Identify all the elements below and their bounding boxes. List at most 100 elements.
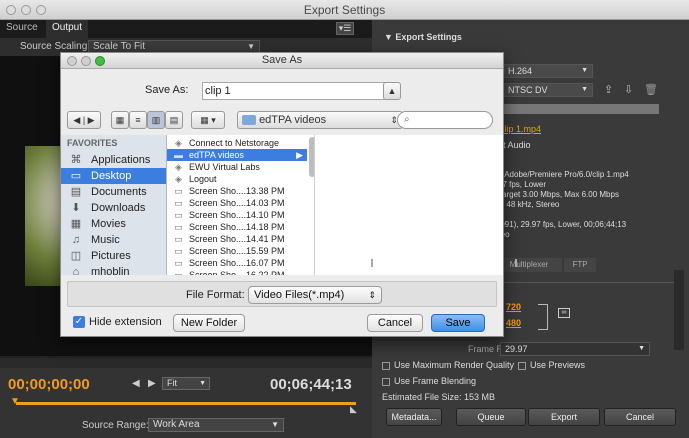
list-view-button[interactable]: ≡ — [129, 111, 147, 129]
file-list-item[interactable]: ▭ Screen Sho....14.10 PM — [167, 209, 307, 221]
column-resize-handle[interactable] — [371, 259, 373, 267]
chevron-down-icon: ▼ — [638, 345, 645, 352]
file-list-item[interactable]: ▭ Screen Sho....13.38 PM — [167, 185, 307, 197]
hide-extension-checkbox[interactable]: ✓ — [73, 316, 85, 328]
back-forward-buttons[interactable]: ◀ | ▶ — [67, 111, 101, 129]
forward-icon[interactable]: ▶ — [88, 115, 95, 125]
use-frame-blending-label: Use Frame Blending — [394, 376, 477, 386]
dialog-zoom-button[interactable] — [95, 56, 105, 66]
source-range-value: Work Area — [153, 419, 200, 430]
playhead-icon[interactable]: ▼ — [10, 396, 20, 407]
column-resize-handle[interactable] — [515, 259, 517, 267]
file-list-item[interactable]: ▭ Screen Sho....14.03 PM — [167, 197, 307, 209]
format-dropdown[interactable]: H.264 ▼ — [503, 64, 593, 78]
use-previews-checkbox[interactable] — [518, 361, 526, 370]
sidebar-item-movies[interactable]: ▦ Movies — [61, 216, 166, 232]
source-range-label: Source Range: — [82, 420, 149, 431]
sidebar-item-pictures[interactable]: ◫ Pictures — [61, 248, 166, 264]
save-preset-icon[interactable]: ⇪ — [604, 83, 613, 96]
file-list-item[interactable]: ▭ Screen Sho....16.22 PM — [167, 269, 307, 275]
file-format-value: Video Files(*.mp4) — [254, 289, 345, 301]
documents-icon: ▤ — [70, 186, 82, 198]
cancel-export-button[interactable]: Cancel — [604, 408, 676, 426]
sidebar-item-label: Applications — [91, 154, 151, 166]
use-previews-row[interactable]: Use Previews — [518, 360, 585, 370]
file-list-item[interactable]: ▭ Screen Sho....14.18 PM — [167, 221, 307, 233]
file-list-item[interactable]: ◈ Connect to Netstorage — [167, 137, 307, 149]
new-folder-button[interactable]: New Folder — [173, 314, 245, 332]
sidebar-item-documents[interactable]: ▤ Documents — [61, 184, 166, 200]
step-back-icon[interactable]: ◀ — [132, 378, 140, 389]
file-list-item[interactable]: ◈ Logout — [167, 173, 307, 185]
use-max-render-row[interactable]: Use Maximum Render Quality — [382, 360, 514, 370]
timecode-start[interactable]: 00;00;00;00 — [8, 376, 90, 393]
arrange-button[interactable]: ▦ ▾ — [191, 111, 225, 129]
fit-dropdown[interactable]: Fit ▼ — [162, 377, 210, 390]
save-button[interactable]: Save — [431, 314, 485, 332]
save-as-input[interactable]: clip 1 — [202, 82, 395, 100]
delete-preset-icon[interactable]: 🗑 — [644, 83, 658, 96]
file-list-item[interactable]: ▭ Screen Sho....14.41 PM — [167, 233, 307, 245]
file-list-item[interactable]: ◈ EWU Virtual Labs — [167, 161, 307, 173]
hide-extension-label: Hide extension — [89, 316, 162, 328]
dialog-minimize-button[interactable] — [81, 56, 91, 66]
source-range-dropdown[interactable]: Work Area ▼ — [148, 418, 284, 432]
sidebar-item-applications[interactable]: ⌘ Applications — [61, 152, 166, 168]
step-forward-icon[interactable]: ▶ — [148, 378, 156, 389]
out-point-icon[interactable]: ◣ — [350, 404, 357, 415]
use-max-render-checkbox[interactable] — [382, 361, 390, 370]
output-name-link[interactable]: clip 1.mp4 — [500, 124, 541, 134]
file-list-item[interactable]: ▭ Screen Sho....16.07 PM — [167, 257, 307, 269]
image-icon: ▭ — [174, 222, 183, 232]
tab-source[interactable]: Source — [6, 22, 38, 33]
back-icon[interactable]: ◀ — [73, 115, 80, 125]
use-frame-blending-checkbox[interactable] — [382, 377, 390, 386]
file-item-label: Screen Sho....15.59 PM — [189, 246, 285, 256]
panel-menu-icon[interactable]: ▾☰ — [336, 22, 354, 35]
sidebar-item-label: Pictures — [91, 250, 131, 262]
file-list-item[interactable]: ▭ Screen Sho....15.59 PM — [167, 245, 307, 257]
metadata-button[interactable]: Metadata... — [386, 408, 442, 426]
cancel-button[interactable]: Cancel — [367, 314, 423, 332]
sidebar-item-mhoblin[interactable]: ⌂ mhoblin — [61, 264, 166, 275]
movies-icon: ▦ — [70, 218, 82, 230]
coverflow-view-button[interactable]: ▤ — [165, 111, 183, 129]
expand-dialog-button[interactable]: ▲ — [383, 82, 401, 100]
chevron-down-icon: ▼ — [581, 86, 588, 93]
preset-dropdown[interactable]: NTSC DV ▼ — [503, 83, 593, 97]
summary-line: s/Adobe/Premiere Pro/6.0/clip 1.mp4 — [498, 170, 629, 179]
dialog-close-button[interactable] — [67, 56, 77, 66]
tab-ftp[interactable]: FTP — [564, 258, 596, 272]
tab-multiplexer[interactable]: Multiplexer — [496, 258, 562, 272]
icon-view-button[interactable]: ▦ — [111, 111, 129, 129]
width-value[interactable]: 720 — [506, 302, 521, 312]
use-frame-blending-row[interactable]: Use Frame Blending — [382, 376, 476, 386]
link-icon[interactable]: ∞ — [558, 308, 570, 318]
frame-rate-dropdown[interactable]: 29.97 ▼ — [500, 342, 650, 356]
settings-scrollbar[interactable] — [674, 270, 684, 350]
file-format-dropdown[interactable]: Video Files(*.mp4) ⇕ — [248, 286, 382, 304]
sidebar-item-downloads[interactable]: ⬇ Downloads — [61, 200, 166, 216]
export-settings-section[interactable]: ▼ Export Settings — [384, 32, 462, 42]
summary-block: s/Adobe/Premiere Pro/6.0/clip 1.mp4 97 f… — [498, 170, 629, 240]
work-area-bar[interactable] — [16, 402, 356, 405]
location-dropdown[interactable]: edTPA videos ⇕ — [237, 111, 403, 129]
export-button[interactable]: Export — [528, 408, 600, 426]
empty-column — [315, 135, 517, 275]
window-title: Export Settings — [303, 3, 386, 17]
comments-field[interactable] — [496, 104, 659, 114]
timeline-scrollbar[interactable] — [0, 358, 372, 368]
search-input[interactable]: ⌕ — [397, 111, 493, 129]
tab-output[interactable]: Output — [46, 20, 89, 38]
sidebar-item-desktop[interactable]: ▭ Desktop — [61, 168, 166, 184]
image-icon: ▭ — [174, 270, 183, 275]
column-view-button[interactable]: ▥ — [147, 111, 165, 129]
summary-line: 1 — [498, 210, 629, 220]
file-list-item[interactable]: ▬ edTPA videos ▶ — [167, 149, 307, 161]
height-value[interactable]: 480 — [506, 318, 521, 328]
queue-button[interactable]: Queue — [456, 408, 526, 426]
import-preset-icon[interactable]: ⇩ — [624, 83, 633, 96]
file-item-label: Screen Sho....16.22 PM — [189, 270, 285, 275]
sidebar-item-music[interactable]: ♫ Music — [61, 232, 166, 248]
estimated-file-size: Estimated File Size: 153 MB — [382, 392, 496, 402]
